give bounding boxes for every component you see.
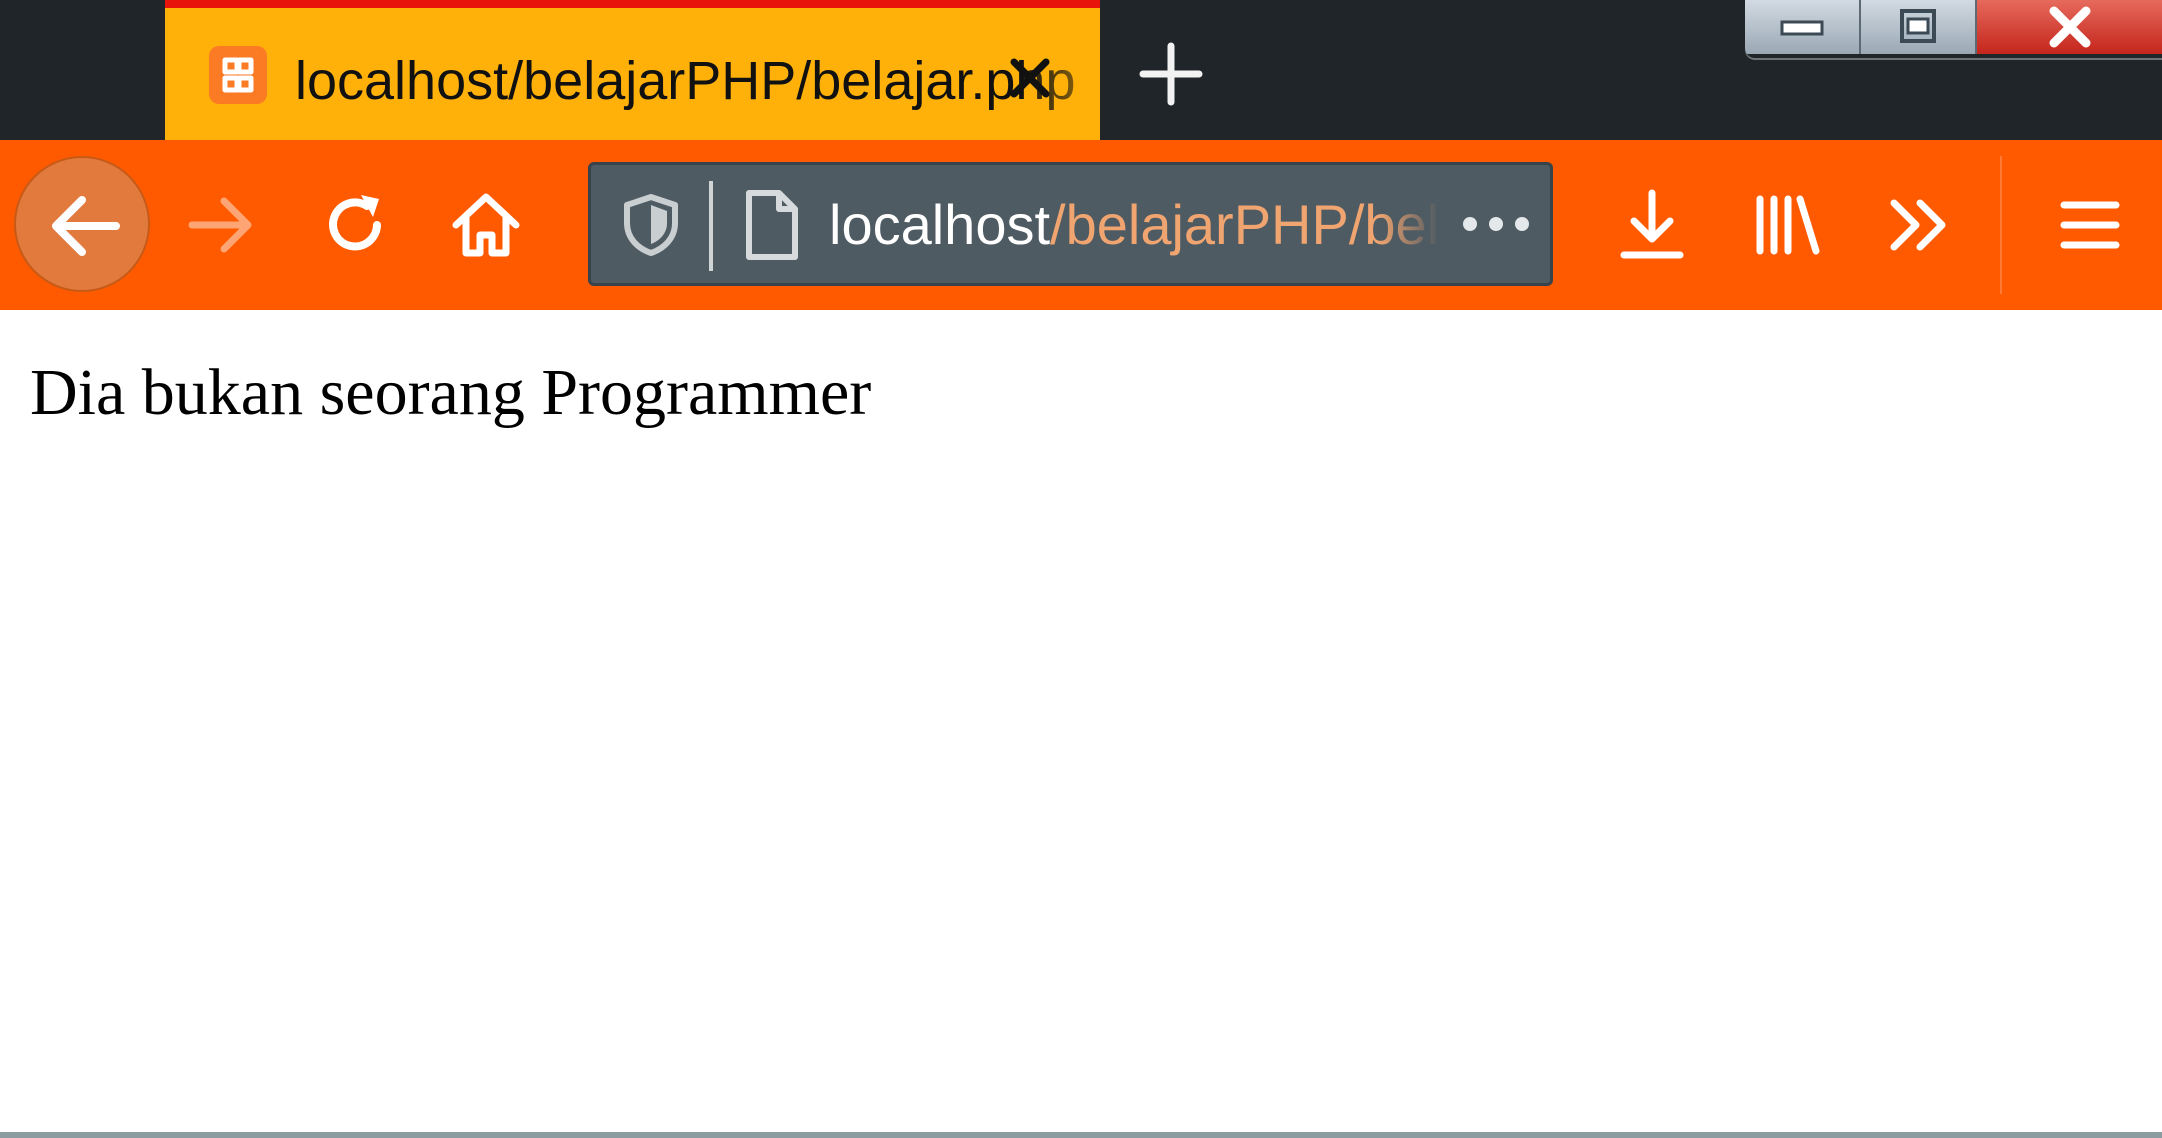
close-icon — [2049, 6, 2090, 48]
page-icon[interactable] — [741, 189, 801, 261]
back-button[interactable] — [14, 156, 150, 292]
window-controls — [1745, 0, 2162, 58]
tab-close-icon[interactable] — [1000, 48, 1060, 108]
page-text: Dia bukan seorang Programmer — [30, 356, 872, 429]
reload-icon[interactable] — [315, 185, 395, 265]
url-bar[interactable]: localhost/belajarPHP/belajar.php — [588, 162, 1553, 286]
active-tab[interactable]: localhost/belajarPHP/belajar.php — [165, 0, 1100, 140]
download-icon[interactable] — [1612, 185, 1692, 265]
url-host: localhost — [829, 193, 1051, 256]
toolbar-divider — [2000, 156, 2002, 294]
tab-strip: localhost/belajarPHP/belajar.php — [0, 0, 2162, 140]
maximize-icon — [1900, 9, 1936, 43]
forward-arrow-icon[interactable] — [180, 185, 260, 265]
home-icon[interactable] — [446, 185, 526, 265]
nav-bar: localhost/belajarPHP/belajar.php — [0, 140, 2162, 310]
url-path: /belajarPHP/belajar.php — [1050, 193, 1439, 256]
back-arrow-icon — [52, 196, 120, 256]
xampp-icon — [209, 46, 267, 104]
window-close-button[interactable] — [1977, 0, 2162, 54]
shield-icon[interactable] — [621, 193, 681, 257]
page-content: Dia bukan seorang Programmer — [0, 310, 2162, 1134]
url-text[interactable]: localhost/belajarPHP/belajar.php — [829, 187, 1439, 263]
more-dots-icon[interactable] — [1456, 199, 1536, 249]
maximize-button[interactable] — [1861, 0, 1977, 54]
new-tab-plus-icon[interactable] — [1135, 38, 1207, 110]
minimize-icon — [1780, 20, 1824, 36]
overflow-chevron-icon[interactable] — [1880, 185, 1960, 265]
url-separator — [709, 181, 713, 271]
window-bottom-border — [0, 1132, 2162, 1138]
minimize-button[interactable] — [1745, 0, 1861, 54]
library-icon[interactable] — [1748, 185, 1828, 265]
hamburger-menu-icon[interactable] — [2050, 185, 2130, 265]
